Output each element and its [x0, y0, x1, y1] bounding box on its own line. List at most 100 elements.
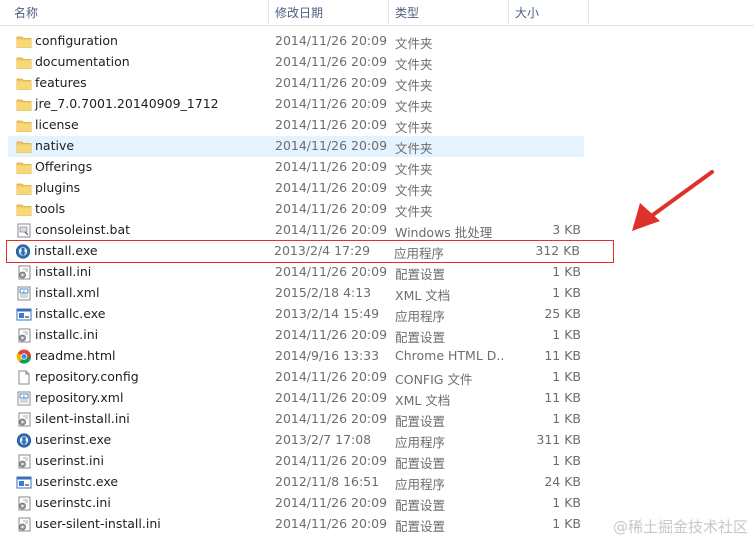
ini-file-icon [16, 328, 32, 343]
ini-file-icon [16, 412, 32, 427]
ini-file-icon [18, 454, 31, 469]
file-type: Chrome HTML D... [395, 348, 505, 363]
file-type: XML 文档 [395, 288, 451, 303]
folder-icon [16, 55, 32, 70]
file-row[interactable]: userinstc.exe 2012/11/8 16:51 应用程序 24 KB [8, 472, 584, 493]
file-row[interactable]: plugins 2014/11/26 20:09 文件夹 [8, 178, 584, 199]
file-row[interactable]: Offerings 2014/11/26 20:09 文件夹 [8, 157, 584, 178]
column-header-type[interactable]: 类型 [395, 4, 419, 21]
file-type: 配置设置 [395, 498, 446, 513]
ini-file-icon [16, 265, 32, 280]
file-row[interactable]: e repository.xml 2014/11/26 20:09 XML 文档 11 … [8, 388, 584, 409]
file-modified-date: 2014/9/16 13:33 [275, 348, 380, 363]
file-row[interactable]: features 2014/11/26 20:09 文件夹 [8, 73, 584, 94]
file-modified-date: 2013/2/7 17:08 [275, 432, 372, 447]
ini-file-icon [18, 412, 31, 427]
file-type: 文件夹 [395, 99, 433, 114]
file-row[interactable]: e install.xml 2015/2/18 4:13 XML 文档 1 KB [8, 283, 584, 304]
folder-icon [16, 183, 32, 195]
xml-file-icon: e [17, 391, 31, 406]
column-divider[interactable] [508, 0, 509, 24]
file-modified-date: 2014/11/26 20:09 [275, 516, 388, 531]
file-row[interactable]: documentation 2014/11/26 20:09 文件夹 [8, 52, 584, 73]
installer-exe-icon [15, 244, 31, 259]
folder-icon [16, 139, 32, 154]
column-divider[interactable] [268, 0, 269, 24]
xml-file-icon: e [17, 286, 31, 301]
file-type: 文件夹 [395, 78, 433, 93]
column-header-name[interactable]: 名称 [14, 4, 38, 21]
file-type: XML 文档 [395, 393, 451, 408]
file-modified-date: 2014/11/26 20:09 [275, 327, 388, 342]
column-header-size[interactable]: 大小 [515, 4, 539, 21]
column-header-date[interactable]: 修改日期 [275, 4, 323, 21]
folder-icon [16, 160, 32, 175]
file-row[interactable]: user-silent-install.ini 2014/11/26 20:09 配… [8, 514, 584, 535]
file-modified-date: 2014/11/26 20:09 [275, 411, 388, 426]
file-row[interactable]: userinstc.ini 2014/11/26 20:09 配置设置 1 KB [8, 493, 584, 514]
file-row[interactable]: userinst.exe 2013/2/7 17:08 应用程序 311 KB [8, 430, 584, 451]
file-type: 文件夹 [395, 183, 433, 198]
svg-text:e: e [23, 394, 25, 398]
file-row[interactable]: readme.html 2014/9/16 13:33 Chrome HTML D.… [8, 346, 584, 367]
file-row[interactable]: native 2014/11/26 20:09 文件夹 [8, 136, 584, 157]
installer-exe-icon [15, 244, 31, 259]
file-modified-date: 2014/11/26 20:09 [275, 117, 388, 132]
file-name: install.xml [35, 285, 100, 300]
file-name: features [35, 75, 87, 90]
file-modified-date: 2014/11/26 20:09 [275, 138, 388, 153]
file-row[interactable]: consoleinst.bat 2014/11/26 20:09 Windows 批… [8, 220, 584, 241]
file-row[interactable]: userinst.ini 2014/11/26 20:09 配置设置 1 KB [8, 451, 584, 472]
file-name: readme.html [35, 348, 116, 363]
file-row[interactable]: repository.config 2014/11/26 20:09 CONFIG … [8, 367, 584, 388]
file-name: repository.xml [35, 390, 124, 405]
file-type: 应用程序 [395, 477, 446, 492]
file-row[interactable]: install.ini 2014/11/26 20:09 配置设置 1 KB [8, 262, 584, 283]
folder-icon [16, 76, 32, 91]
file-type: 配置设置 [395, 330, 446, 345]
file-modified-date: 2014/11/26 20:09 [275, 495, 388, 510]
file-type: 文件夹 [395, 204, 433, 219]
file-row[interactable]: silent-install.ini 2014/11/26 20:09 配置设置 1 … [8, 409, 584, 430]
file-type: 配置设置 [395, 267, 446, 282]
file-modified-date: 2014/11/26 20:09 [275, 369, 388, 384]
file-size: 311 KB [536, 432, 581, 447]
file-type: 文件夹 [395, 120, 433, 135]
chrome-html-icon [16, 349, 32, 364]
file-name: installc.exe [35, 306, 106, 321]
file-name: native [35, 138, 75, 153]
file-type: 应用程序 [394, 246, 445, 261]
file-row[interactable]: installc.ini 2014/11/26 20:09 配置设置 1 KB [8, 325, 584, 346]
file-name: silent-install.ini [35, 411, 130, 426]
file-row[interactable]: tools 2014/11/26 20:09 文件夹 [8, 199, 584, 220]
file-row[interactable]: installc.exe 2013/2/14 15:49 应用程序 25 KB [8, 304, 584, 325]
file-modified-date: 2014/11/26 20:09 [275, 180, 388, 195]
batch-file-icon [16, 223, 32, 238]
file-modified-date: 2013/2/4 17:29 [274, 243, 371, 258]
file-row[interactable]: jre_7.0.7001.20140909_1712 2014/11/26 20:… [8, 94, 584, 115]
xml-file-icon: e [16, 391, 32, 406]
ini-file-icon [16, 517, 32, 532]
file-size: 11 KB [544, 348, 581, 363]
column-divider[interactable] [388, 0, 389, 24]
file-row[interactable]: configuration 2014/11/26 20:09 文件夹 [8, 31, 584, 52]
folder-icon [16, 99, 32, 111]
ini-file-icon [18, 517, 31, 532]
ini-file-icon [18, 496, 31, 511]
blank-file-icon [18, 370, 30, 385]
file-type: 配置设置 [395, 414, 446, 429]
batch-file-icon [17, 223, 31, 238]
file-name: userinst.ini [35, 453, 104, 468]
folder-icon [16, 162, 32, 174]
file-name: repository.config [35, 369, 139, 384]
file-row[interactable]: license 2014/11/26 20:09 文件夹 [8, 115, 584, 136]
folder-icon [16, 57, 32, 69]
file-size: 11 KB [544, 390, 581, 405]
file-row[interactable]: install.exe 2013/2/4 17:29 应用程序 312 KB [6, 240, 614, 263]
folder-icon [16, 36, 32, 48]
file-name: configuration [35, 33, 118, 48]
file-modified-date: 2015/2/18 4:13 [275, 285, 372, 300]
column-divider[interactable] [588, 0, 589, 24]
file-name: installc.ini [35, 327, 99, 342]
file-name: jre_7.0.7001.20140909_1712 [35, 96, 219, 111]
